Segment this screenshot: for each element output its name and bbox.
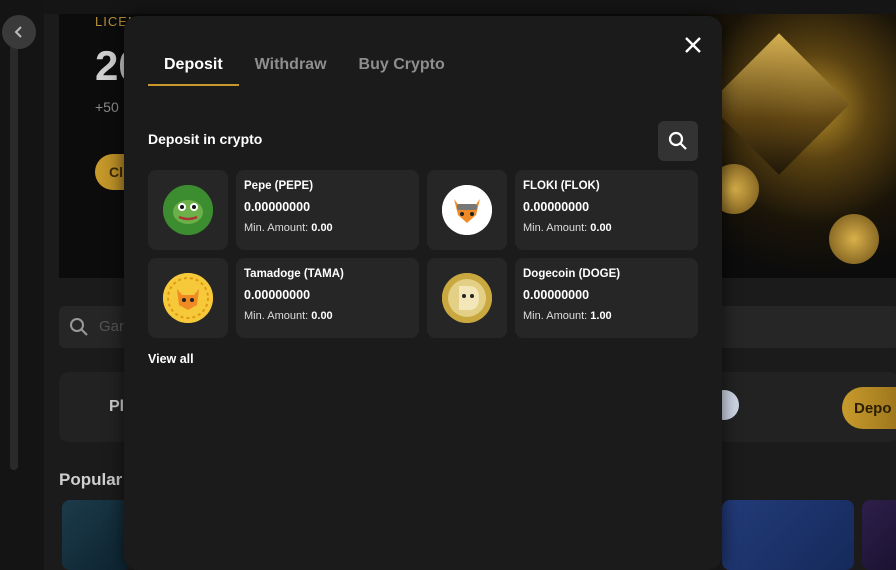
sidebar-scrollbar[interactable] (10, 40, 18, 470)
game-thumbnail[interactable] (62, 500, 132, 570)
coin-logo-box (427, 170, 507, 250)
tab-buy-crypto[interactable]: Buy Crypto (343, 52, 461, 86)
coin-logo-box (427, 258, 507, 338)
coin-card-floki[interactable]: FLOKI (FLOK) 0.00000000 Min. Amount: 0.0… (427, 170, 698, 250)
section-title: Deposit in crypto (148, 131, 263, 147)
coin-info: Tamadoge (TAMA) 0.00000000 Min. Amount: … (236, 258, 419, 338)
coin-info: Dogecoin (DOGE) 0.00000000 Min. Amount: … (515, 258, 698, 338)
game-thumbnail[interactable] (862, 500, 896, 570)
coin-min-amount: Min. Amount: 0.00 (244, 310, 333, 322)
coin-balance: 0.00000000 (523, 200, 590, 214)
coin-name: Pepe (PEPE) (244, 180, 314, 192)
close-button[interactable] (682, 34, 704, 56)
tab-deposit[interactable]: Deposit (148, 52, 239, 86)
game-search-placeholder: Gar (99, 318, 125, 335)
search-icon (70, 318, 88, 336)
floki-icon (442, 185, 492, 235)
pepe-icon (163, 185, 213, 235)
top-strip (44, 0, 896, 14)
popular-heading: Popular (59, 470, 123, 489)
diamond-graphic (708, 33, 850, 175)
coin-card-pepe[interactable]: Pepe (PEPE) 0.00000000 Min. Amount: 0.00 (148, 170, 419, 250)
search-icon (668, 131, 687, 150)
coin-card-tamadoge[interactable]: Tamadoge (TAMA) 0.00000000 Min. Amount: … (148, 258, 419, 338)
coin-info: FLOKI (FLOK) 0.00000000 Min. Amount: 0.0… (515, 170, 698, 250)
close-icon (685, 37, 701, 53)
coin-info: Pepe (PEPE) 0.00000000 Min. Amount: 0.00 (236, 170, 419, 250)
coin-name: Tamadoge (TAMA) (244, 268, 344, 280)
deposit-modal: Deposit Withdraw Buy Crypto Deposit in c… (124, 16, 722, 570)
modal-tabs: Deposit Withdraw Buy Crypto (148, 52, 461, 86)
coin-graphic (829, 214, 879, 264)
hero-bonus-text: +50 (95, 99, 119, 115)
coin-balance: 0.00000000 (244, 288, 311, 302)
coin-card-dogecoin[interactable]: Dogecoin (DOGE) 0.00000000 Min. Amount: … (427, 258, 698, 338)
coin-min-amount: Min. Amount: 0.00 (523, 222, 612, 234)
coin-logo-box (148, 258, 228, 338)
game-thumbnail[interactable] (722, 500, 854, 570)
left-sidebar (0, 0, 44, 570)
coin-name: FLOKI (FLOK) (523, 180, 600, 192)
category-label[interactable]: Pl (109, 398, 124, 416)
coin-logo-box (148, 170, 228, 250)
chevron-left-icon (14, 26, 22, 38)
collapse-button[interactable] (2, 15, 36, 49)
crypto-search-button[interactable] (658, 121, 698, 161)
coin-name: Dogecoin (DOGE) (523, 268, 621, 280)
tab-withdraw[interactable]: Withdraw (239, 52, 343, 86)
dogecoin-icon (442, 273, 492, 323)
coin-balance: 0.00000000 (244, 200, 311, 214)
tamadoge-icon (163, 273, 213, 323)
deposit-button[interactable]: Depo (842, 387, 896, 429)
coin-balance: 0.00000000 (523, 288, 590, 302)
coin-min-amount: Min. Amount: 0.00 (244, 222, 333, 234)
coin-min-amount: Min. Amount: 1.00 (523, 310, 612, 322)
view-all-link[interactable]: View all (148, 352, 194, 366)
